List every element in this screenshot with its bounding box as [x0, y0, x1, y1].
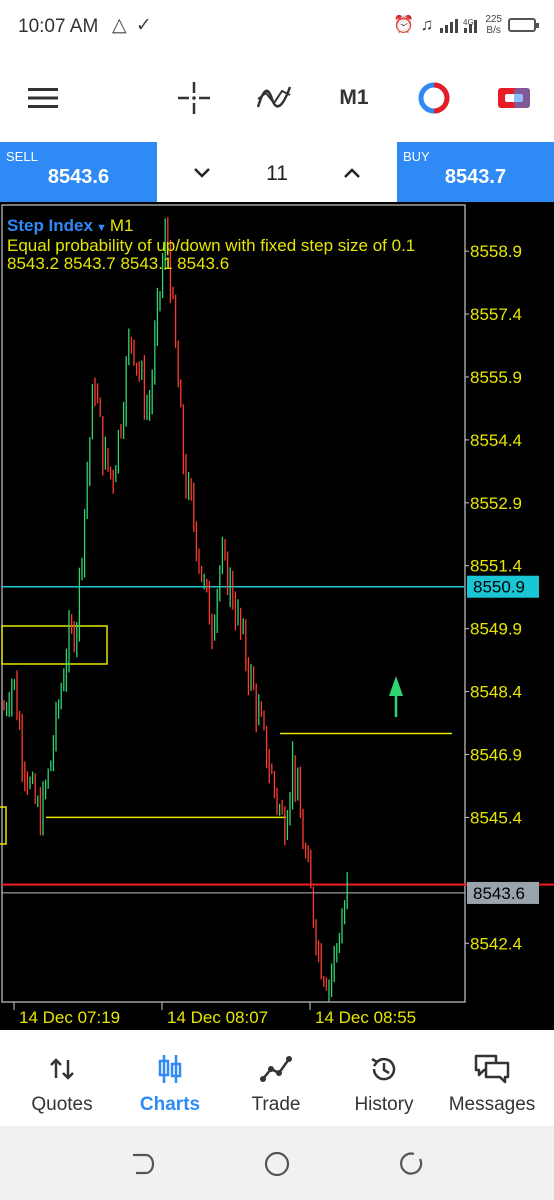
chart-ohlc: 8543.2 8543.7 8543.1 8543.6 — [7, 254, 230, 273]
nav-trade-label: Trade — [251, 1094, 301, 1115]
history-icon — [371, 1057, 396, 1081]
recent-apps-icon[interactable] — [398, 1150, 426, 1178]
battery-icon — [508, 18, 539, 32]
home-icon[interactable] — [263, 1150, 291, 1178]
chart-canvas[interactable]: 8558.9 8557.4 8555.9 8554.4 8552.9 8551.4 8549… — [0, 202, 554, 1030]
chart-symbol[interactable]: Step Index — [7, 216, 93, 235]
indicators-button[interactable] — [254, 80, 294, 116]
quotes-icon — [50, 1058, 74, 1080]
arrow-up-icon — [389, 676, 403, 696]
y-tick-label: 8552.9 — [470, 494, 522, 513]
net-speed-value: 225 — [485, 14, 502, 25]
signal-icon: 4G — [440, 18, 478, 33]
nav-history[interactable]: History — [336, 1030, 432, 1126]
alarm-icon: ⏰ — [393, 15, 415, 34]
price-tag-current-text: 8543.6 — [473, 884, 525, 903]
menu-button[interactable] — [26, 80, 60, 116]
headphones-icon: ♫ — [420, 15, 434, 34]
y-tick-label: 8554.4 — [470, 431, 522, 450]
nav-charts-label: Charts — [139, 1094, 201, 1115]
x-tick-label: 14 Dec 07:19 — [19, 1008, 120, 1027]
y-tick-label: 8545.4 — [470, 808, 522, 827]
y-tick-label: 8549.9 — [470, 620, 522, 639]
one-click-trading-button[interactable] — [494, 80, 534, 116]
lot-value[interactable]: 11 — [227, 162, 327, 186]
x-tick-label: 14 Dec 08:07 — [167, 1008, 268, 1027]
lot-stepper: 11 — [157, 142, 397, 202]
nav-trade[interactable]: Trade — [228, 1030, 324, 1126]
nav-quotes[interactable]: Quotes — [14, 1030, 110, 1126]
menu-icon — [28, 88, 58, 108]
rectangle-object — [1, 625, 108, 665]
status-time: 10:07 AM — [18, 16, 99, 37]
network-type-label: 4G — [463, 18, 474, 27]
nav-messages[interactable]: Messages — [442, 1030, 542, 1126]
buy-price: 8543.7 — [444, 166, 507, 188]
chart-timeframe: M1 — [109, 216, 134, 235]
objects-button[interactable] — [414, 80, 454, 116]
sell-button[interactable]: SELL 8543.6 — [0, 142, 157, 202]
buy-button[interactable]: BUY 8543.7 — [397, 142, 554, 202]
y-tick-label: 8542.4 — [470, 934, 522, 953]
status-right-icons: ⏰ ♫ 4G 225 B/s — [393, 14, 539, 36]
crosshair-button[interactable] — [174, 80, 214, 116]
trade-panel: SELL 8543.6 11 BUY 8543.7 — [0, 142, 554, 202]
y-tick-label: 8548.4 — [470, 683, 522, 702]
nav-messages-label: Messages — [448, 1094, 536, 1115]
trade-icon — [260, 1056, 292, 1082]
one-click-trading-icon — [498, 88, 530, 108]
timeframe-button[interactable]: M1 — [334, 80, 374, 116]
price-chart[interactable]: 8558.9 8557.4 8555.9 8554.4 8552.9 8551.4 8549… — [0, 202, 554, 1030]
nav-history-label: History — [354, 1094, 414, 1115]
y-tick-label: 8546.9 — [470, 746, 522, 765]
chart-toolbar: M1 — [0, 56, 554, 142]
objects-icon — [418, 82, 450, 114]
status-notification-icons: △ ✓ — [112, 15, 154, 36]
y-tick-label: 8551.4 — [470, 557, 522, 576]
network-speed: 225 B/s — [485, 14, 502, 36]
x-tick-label: 14 Dec 08:55 — [315, 1008, 416, 1027]
crosshair-icon — [178, 82, 210, 114]
y-tick-label: 8557.4 — [470, 305, 522, 324]
y-tick-label: 8558.9 — [470, 242, 522, 261]
price-tag-level-text: 8550.9 — [473, 578, 525, 597]
messages-icon — [474, 1054, 510, 1084]
system-navigation-bar — [0, 1126, 554, 1200]
chevron-up-icon[interactable] — [337, 160, 367, 186]
charts-icon — [158, 1055, 182, 1083]
net-speed-unit: B/s — [486, 25, 501, 36]
status-bar: 10:07 AM △ ✓ ⏰ ♫ 4G 225 B/s — [0, 0, 554, 56]
back-icon[interactable] — [128, 1150, 156, 1178]
chart-header: Step Index ▼ M1 Equal probability of up/do… — [7, 217, 415, 273]
chart-description: Equal probability of up/down with fixed … — [7, 236, 416, 255]
rectangle-object-edge — [0, 806, 7, 845]
y-tick-label: 8555.9 — [470, 368, 522, 387]
caret-down-icon[interactable]: ▼ — [96, 222, 107, 234]
chevron-down-icon[interactable] — [187, 160, 217, 186]
chart-frame — [1, 204, 466, 1003]
sell-price: 8543.6 — [47, 166, 110, 188]
buy-label: BUY — [403, 149, 430, 164]
sell-label: SELL — [6, 149, 38, 164]
indicators-icon — [256, 86, 292, 108]
bottom-navigation: Quotes Charts Trade History Messages — [0, 1030, 554, 1126]
nav-quotes-label: Quotes — [31, 1094, 93, 1115]
nav-charts[interactable]: Charts — [122, 1030, 218, 1126]
